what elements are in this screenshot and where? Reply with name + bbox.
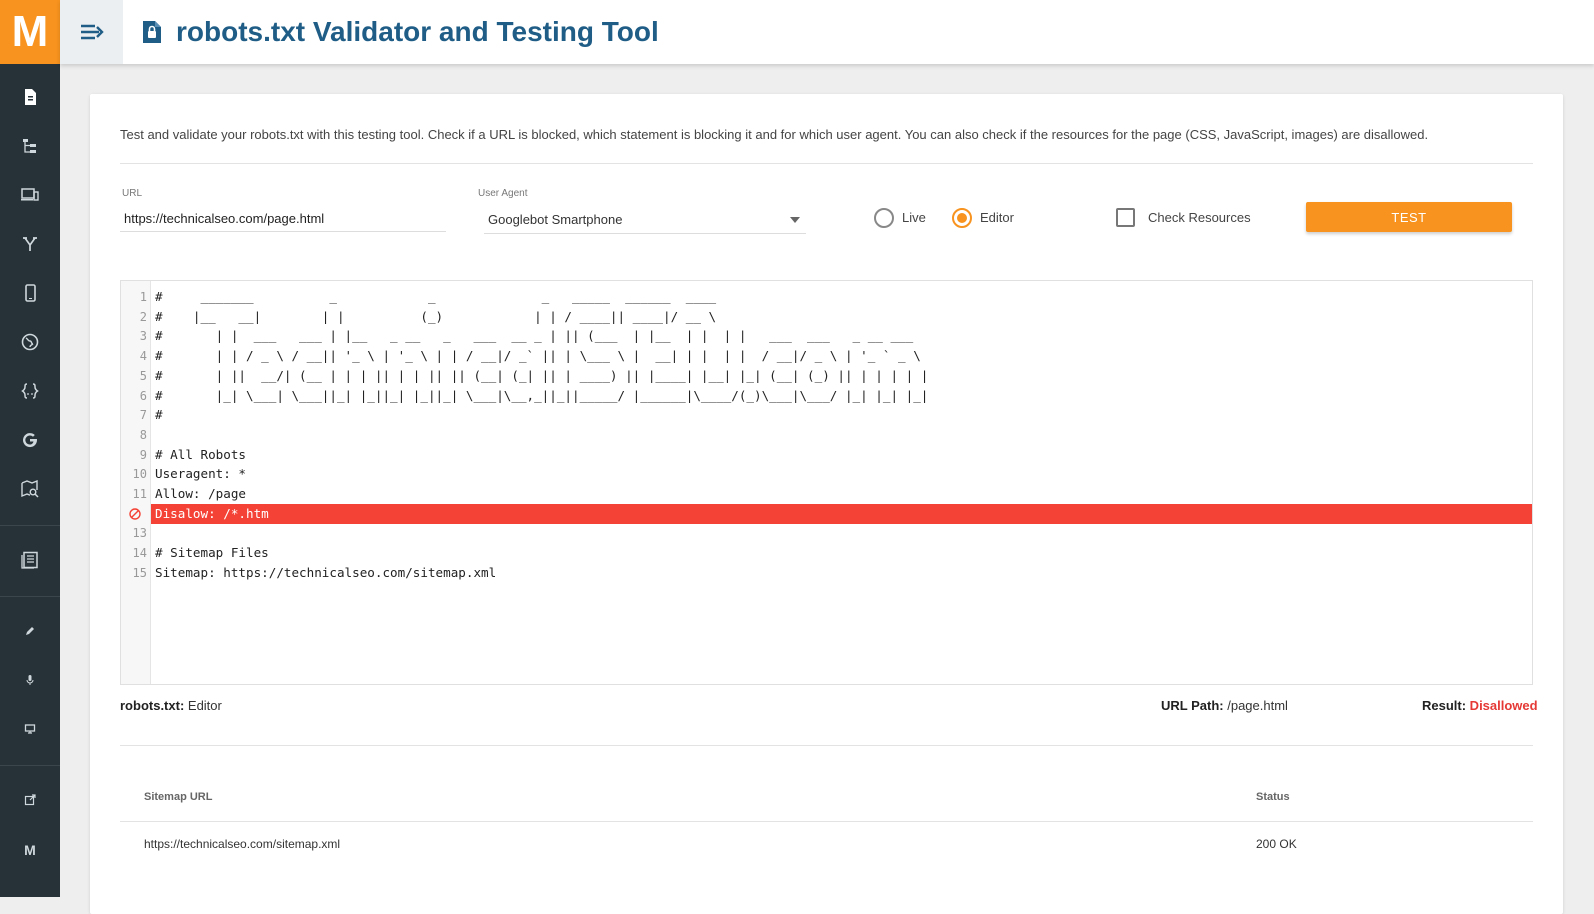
line-number: 9 [139, 447, 147, 462]
code-line[interactable]: 9 # All Robots [121, 445, 1532, 465]
list-document-icon[interactable] [0, 540, 60, 580]
header: robots.txt Validator and Testing Tool [60, 0, 1594, 64]
file-icon[interactable] [0, 77, 60, 117]
map-search-icon[interactable] [0, 469, 60, 509]
monitor-icon[interactable] [0, 709, 60, 749]
divider [120, 163, 1533, 164]
devices-icon[interactable] [0, 175, 60, 215]
blocked-icon [129, 507, 141, 520]
globe-icon[interactable] [0, 322, 60, 362]
menu-toggle-button[interactable] [60, 0, 123, 64]
robots-source-label: robots.txt: [120, 698, 185, 713]
line-number: 2 [139, 309, 147, 324]
code-text: # | | ___ ___ | |__ _ __ _ ___ __ _ | ||… [155, 328, 914, 344]
code-line[interactable]: 10 Useragent: * [121, 464, 1532, 484]
code-text: # Sitemap Files [155, 545, 269, 561]
line-number: 1 [139, 290, 147, 304]
code-line-error[interactable]: Disalow: /*.htm [121, 503, 1532, 524]
line-number: 6 [139, 388, 147, 403]
mobile-icon[interactable] [0, 273, 60, 313]
live-radio[interactable] [874, 208, 894, 228]
sitemap-url-header: Sitemap URL [144, 791, 213, 803]
robots-source: robots.txt: Editor [120, 698, 222, 713]
tool-description: Test and validate your robots.txt with t… [120, 127, 1429, 142]
code-text: # All Robots [155, 446, 246, 462]
code-line[interactable]: 3 # | | ___ ___ | |__ _ __ _ ___ __ _ | |… [121, 326, 1532, 346]
code-braces-icon[interactable] [0, 371, 60, 411]
url-input[interactable] [120, 206, 446, 232]
code-text: Sitemap: https://technicalseo.com/sitema… [155, 564, 497, 580]
line-number: 15 [132, 565, 147, 580]
line-number: 7 [139, 408, 147, 423]
code-text: Useragent: * [155, 466, 246, 482]
line-number: 11 [132, 487, 147, 501]
line-number: 4 [139, 349, 147, 364]
table-divider [120, 821, 1533, 822]
page-title: robots.txt Validator and Testing Tool [176, 16, 659, 47]
line-number: 13 [132, 526, 147, 541]
line-number: 8 [139, 427, 147, 442]
pencil-icon[interactable] [0, 611, 60, 651]
code-line[interactable]: 4 # | | / _ \ / __|| '_ \ | '_ \ | | / __… [121, 346, 1532, 366]
google-icon[interactable] [0, 420, 60, 460]
user-agent-label: User Agent [478, 188, 528, 199]
page-title-wrap: robots.txt Validator and Testing Tool [142, 0, 659, 64]
code-line[interactable]: 6 # |_| \___| \___||_| |_||_| |_||_| \___… [121, 386, 1532, 406]
code-line[interactable]: 13 [121, 523, 1532, 543]
url-path-value: /page.html [1223, 698, 1288, 713]
sitemap-status-cell: 200 OK [1256, 837, 1297, 851]
code-line[interactable]: 1 # _______ _ _ _ _____ ______ ____ [121, 287, 1532, 307]
sitemap-tree-icon[interactable] [0, 126, 60, 166]
code-text: # |__ __| | | (_) | | / ____|| ____|/ __… [155, 308, 717, 324]
chevron-down-icon [790, 217, 800, 223]
code-line[interactable]: 14 # Sitemap Files [121, 543, 1532, 563]
main-card: Test and validate your robots.txt with t… [90, 94, 1563, 914]
code-text: Disalow: /*.htm [155, 505, 269, 521]
code-text: # |_| \___| \___||_| |_||_| |_||_| \___|… [155, 387, 929, 403]
robots-file-icon [143, 21, 161, 43]
check-resources-label: Check Resources [1148, 210, 1251, 225]
line-number: 10 [132, 467, 147, 482]
url-path: URL Path: /page.html [1161, 698, 1288, 713]
code-line[interactable]: 7 # [121, 405, 1532, 425]
external-link-icon[interactable] [0, 780, 60, 820]
result-status-badge: Disallowed [1466, 698, 1538, 713]
app-logo[interactable]: M [0, 0, 60, 64]
url-path-label: URL Path: [1161, 698, 1224, 713]
live-label: Live [902, 210, 926, 225]
code-line[interactable]: 2 # |__ __| | | (_) | | / ____|| ____|/ _… [121, 307, 1532, 327]
code-line[interactable]: 11 Allow: /page [121, 484, 1532, 504]
user-agent-value: Googlebot Smartphone [488, 212, 623, 227]
check-resources-checkbox[interactable] [1116, 208, 1135, 227]
sitemap-url-cell[interactable]: https://technicalseo.com/sitemap.xml [144, 837, 340, 851]
microphone-icon[interactable] [0, 660, 60, 700]
code-line[interactable]: 8 [121, 425, 1532, 445]
status-header: Status [1256, 791, 1290, 803]
fork-icon[interactable] [0, 224, 60, 264]
test-result: Result: Disallowed [1422, 698, 1538, 713]
result-label: Result: [1422, 698, 1467, 713]
error-highlight [151, 503, 1532, 524]
line-number: 3 [139, 329, 147, 344]
editor-radio[interactable] [952, 208, 972, 228]
editor-label: Editor [980, 210, 1014, 225]
code-line[interactable]: 15 Sitemap: https://technicalseo.com/site… [121, 563, 1532, 583]
code-text: # _______ _ _ _ _____ ______ ____ [155, 289, 717, 304]
line-number: 14 [132, 546, 147, 561]
user-agent-select[interactable]: Googlebot Smartphone [484, 206, 806, 234]
line-number: 5 [139, 368, 147, 383]
code-text: # | | / _ \ / __|| '_ \ | '_ \ | | / __|… [155, 348, 921, 364]
test-button[interactable]: TEST [1306, 202, 1512, 232]
url-label: URL [122, 188, 143, 199]
code-text: # | || __/| (__ | | | || | | || || (__| … [155, 367, 929, 383]
menu-arrow-icon [80, 24, 104, 40]
robots-source-value: Editor [184, 698, 222, 713]
code-text: Allow: /page [155, 486, 246, 501]
code-line[interactable]: 5 # | || __/| (__ | | | || | | || || (__|… [121, 366, 1532, 386]
code-text: # [155, 407, 163, 423]
robots-editor[interactable]: 1 # _______ _ _ _ _____ ______ ____ 2 # |__… [120, 280, 1533, 685]
divider [120, 745, 1533, 746]
merkle-icon[interactable]: M [0, 830, 60, 870]
sidebar: M M [0, 0, 60, 897]
